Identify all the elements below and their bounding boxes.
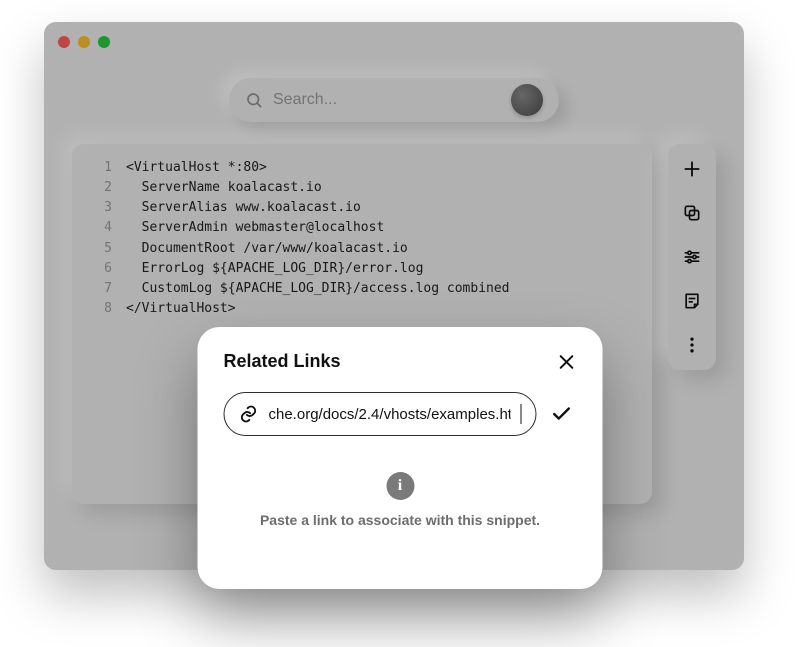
line-number: 7 bbox=[82, 279, 112, 299]
confirm-button[interactable] bbox=[551, 403, 577, 425]
add-button[interactable] bbox=[681, 158, 703, 180]
top-bar bbox=[44, 78, 744, 122]
text-cursor bbox=[521, 404, 522, 424]
close-button[interactable] bbox=[557, 352, 577, 372]
side-toolbar bbox=[668, 144, 716, 370]
code-text: CustomLog ${APACHE_LOG_DIR}/access.log c… bbox=[126, 279, 510, 299]
code-line: 2 ServerName koalacast.io bbox=[82, 178, 642, 198]
code-text: ErrorLog ${APACHE_LOG_DIR}/error.log bbox=[126, 259, 423, 279]
line-number: 6 bbox=[82, 259, 112, 279]
code-text: <VirtualHost *:80> bbox=[126, 158, 267, 178]
code-line: 6 ErrorLog ${APACHE_LOG_DIR}/error.log bbox=[82, 259, 642, 279]
code-text: ServerAdmin webmaster@localhost bbox=[126, 218, 384, 238]
code-line: 1 <VirtualHost *:80> bbox=[82, 158, 642, 178]
search-icon bbox=[245, 91, 263, 109]
more-button[interactable] bbox=[681, 334, 703, 356]
link-input-field[interactable] bbox=[224, 392, 537, 436]
window-traffic-lights bbox=[58, 36, 110, 48]
search-input[interactable] bbox=[273, 91, 495, 109]
window-close-button[interactable] bbox=[58, 36, 70, 48]
avatar[interactable] bbox=[511, 84, 543, 116]
code-line: 4 ServerAdmin webmaster@localhost bbox=[82, 218, 642, 238]
code-line: 3 ServerAlias www.koalacast.io bbox=[82, 198, 642, 218]
copy-button[interactable] bbox=[681, 202, 703, 224]
line-number: 8 bbox=[82, 299, 112, 319]
code-text: ServerAlias www.koalacast.io bbox=[126, 198, 361, 218]
code-line: 5 DocumentRoot /var/www/koalacast.io bbox=[82, 239, 642, 259]
modal-title: Related Links bbox=[224, 351, 341, 372]
search-field[interactable] bbox=[229, 78, 559, 122]
code-line: 7 CustomLog ${APACHE_LOG_DIR}/access.log… bbox=[82, 279, 642, 299]
window-minimize-button[interactable] bbox=[78, 36, 90, 48]
code-line: 8 </VirtualHost> bbox=[82, 299, 642, 319]
settings-button[interactable] bbox=[681, 246, 703, 268]
code-text: DocumentRoot /var/www/koalacast.io bbox=[126, 239, 408, 259]
modal-hint: Paste a link to associate with this snip… bbox=[224, 512, 577, 528]
line-number: 2 bbox=[82, 178, 112, 198]
line-number: 5 bbox=[82, 239, 112, 259]
line-number: 4 bbox=[82, 218, 112, 238]
info-icon: i bbox=[386, 472, 414, 500]
note-button[interactable] bbox=[681, 290, 703, 312]
link-icon bbox=[239, 404, 259, 424]
window-zoom-button[interactable] bbox=[98, 36, 110, 48]
line-number: 1 bbox=[82, 158, 112, 178]
related-links-modal: Related Links i Paste a link to associat… bbox=[198, 327, 603, 589]
code-text: </VirtualHost> bbox=[126, 299, 236, 319]
line-number: 3 bbox=[82, 198, 112, 218]
link-input[interactable] bbox=[269, 406, 511, 423]
code-text: ServerName koalacast.io bbox=[126, 178, 322, 198]
